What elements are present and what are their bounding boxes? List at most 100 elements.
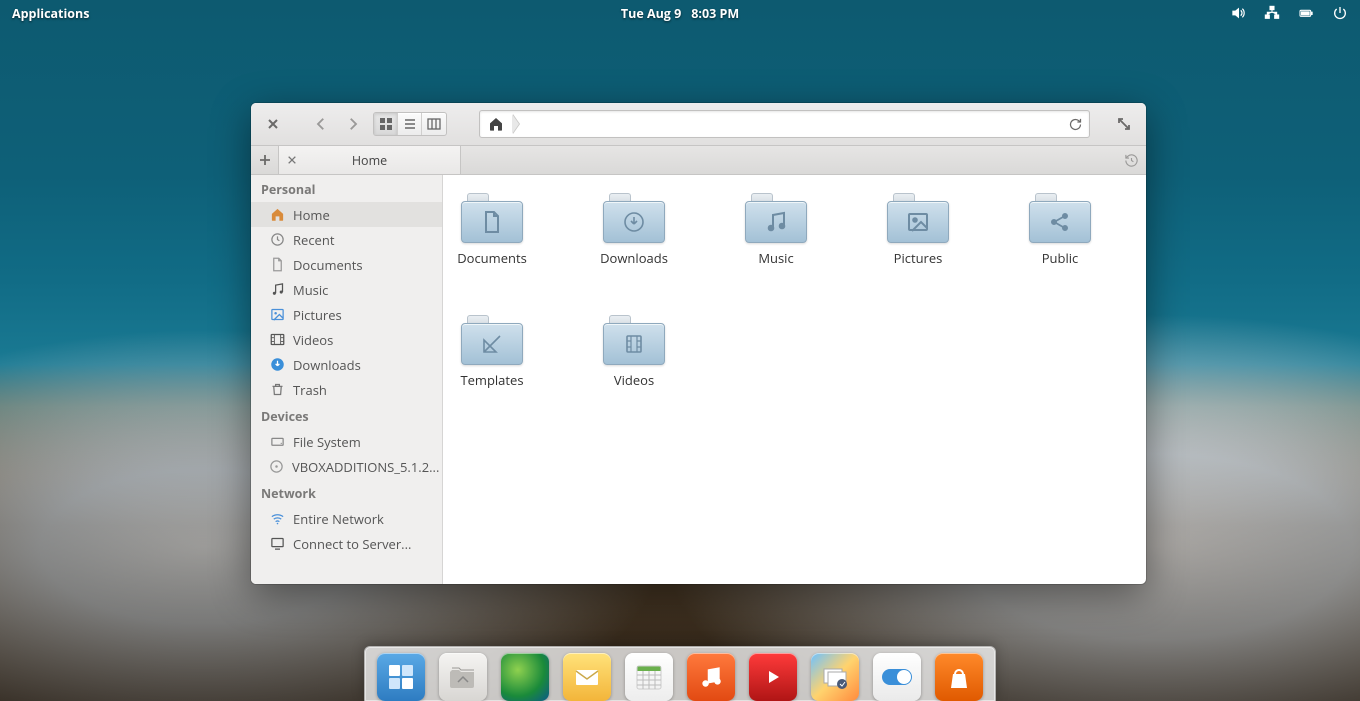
dock-files[interactable] xyxy=(439,653,487,701)
applications-menu[interactable]: Applications xyxy=(12,5,89,22)
panel-date[interactable]: Tue Aug 9 xyxy=(621,5,681,22)
tab-history-button[interactable] xyxy=(1116,146,1146,174)
folder-templates[interactable]: Templates xyxy=(457,315,527,389)
clock-icon xyxy=(269,232,285,248)
view-list-button[interactable] xyxy=(398,113,422,135)
tab-home[interactable]: Home xyxy=(279,146,461,174)
dock-settings[interactable] xyxy=(873,653,921,701)
wifi-icon xyxy=(269,511,285,527)
folder-view[interactable]: Documents Downloads Music Pictures Public Tem… xyxy=(443,175,1146,584)
image-icon xyxy=(269,307,285,323)
forward-button[interactable] xyxy=(341,112,365,136)
folder-label: Music xyxy=(758,249,793,267)
sidebar-item-recent[interactable]: Recent xyxy=(251,227,442,252)
sidebar-item-entire-network[interactable]: Entire Network xyxy=(251,506,442,531)
sidebar-item-pictures[interactable]: Pictures xyxy=(251,302,442,327)
dock-calendar[interactable] xyxy=(625,653,673,701)
folder-videos[interactable]: Videos xyxy=(599,315,669,389)
folder-icon xyxy=(887,193,949,243)
sidebar-item-videos[interactable]: Videos xyxy=(251,327,442,352)
folder-icon xyxy=(603,315,665,365)
sidebar-item-label: Downloads xyxy=(293,356,361,374)
screen-icon xyxy=(269,536,285,552)
close-icon[interactable] xyxy=(261,112,285,136)
trash-icon xyxy=(269,382,285,398)
maximize-button[interactable] xyxy=(1112,112,1136,136)
sidebar-item-trash[interactable]: Trash xyxy=(251,377,442,402)
sidebar-item-home[interactable]: Home xyxy=(251,202,442,227)
video-icon xyxy=(269,332,285,348)
folder-label: Pictures xyxy=(894,249,943,267)
folder-icon xyxy=(603,193,665,243)
dock-multitask[interactable] xyxy=(377,653,425,701)
music-icon xyxy=(698,664,724,690)
folder-documents[interactable]: Documents xyxy=(457,193,527,267)
dock-browser[interactable] xyxy=(501,653,549,701)
path-home-segment[interactable] xyxy=(480,111,512,137)
view-icons-button[interactable] xyxy=(374,113,398,135)
sidebar-item-label: Recent xyxy=(293,231,334,249)
sidebar-heading-devices: Devices xyxy=(251,402,442,429)
desktop: Applications Tue Aug 9 8:03 PM xyxy=(0,0,1360,701)
sidebar-heading-network: Network xyxy=(251,479,442,506)
folder-label: Templates xyxy=(460,371,523,389)
top-panel: Applications Tue Aug 9 8:03 PM xyxy=(0,0,1360,26)
sidebar: Personal Home Recent Documents Music Picture… xyxy=(251,175,443,584)
folder-pictures[interactable]: Pictures xyxy=(883,193,953,267)
panel-time[interactable]: 8:03 PM xyxy=(691,5,739,22)
battery-icon[interactable] xyxy=(1298,5,1314,21)
sidebar-item-label: Music xyxy=(293,281,328,299)
music-icon xyxy=(269,282,285,298)
dock-mail[interactable] xyxy=(563,653,611,701)
dock-music[interactable] xyxy=(687,653,735,701)
reload-button[interactable] xyxy=(1061,117,1089,132)
sidebar-item-documents[interactable]: Documents xyxy=(251,252,442,277)
mail-icon xyxy=(572,662,602,692)
sidebar-item-label: Trash xyxy=(293,381,327,399)
folder-label: Videos xyxy=(614,371,654,389)
back-button[interactable] xyxy=(309,112,333,136)
tab-close-icon[interactable] xyxy=(287,155,305,165)
tab-bar: Home xyxy=(251,146,1146,175)
path-bar[interactable] xyxy=(479,110,1090,138)
sidebar-item-label: File System xyxy=(293,433,361,451)
sidebar-item-vboxadditions-[interactable]: VBOXADDITIONS_5.1.2... xyxy=(251,454,442,479)
file-manager-window: Home Personal Home Recent Documents Music Pi… xyxy=(251,103,1146,584)
folder-icon xyxy=(461,315,523,365)
appcenter-icon xyxy=(944,662,974,692)
multitask-icon xyxy=(386,662,416,692)
download-icon xyxy=(269,357,285,373)
sidebar-item-connect-to-server-[interactable]: Connect to Server... xyxy=(251,531,442,556)
sidebar-item-label: Videos xyxy=(293,331,333,349)
tab-label: Home xyxy=(305,152,434,169)
folder-downloads[interactable]: Downloads xyxy=(599,193,669,267)
dock-photos[interactable] xyxy=(811,653,859,701)
sidebar-item-label: Connect to Server... xyxy=(293,535,411,553)
view-mode-group xyxy=(373,112,447,136)
dock-videos[interactable] xyxy=(749,653,797,701)
power-icon[interactable] xyxy=(1332,5,1348,21)
sidebar-item-label: Entire Network xyxy=(293,510,384,528)
sidebar-item-label: VBOXADDITIONS_5.1.2... xyxy=(292,458,439,476)
folder-icon xyxy=(461,193,523,243)
folder-icon xyxy=(745,193,807,243)
dock xyxy=(364,646,996,701)
videos-icon xyxy=(761,665,785,689)
sidebar-item-music[interactable]: Music xyxy=(251,277,442,302)
network-icon[interactable] xyxy=(1264,5,1280,21)
sidebar-heading-personal: Personal xyxy=(251,175,442,202)
folder-public[interactable]: Public xyxy=(1025,193,1095,267)
calendar-icon xyxy=(632,660,666,694)
titlebar[interactable] xyxy=(251,103,1146,146)
sidebar-item-label: Documents xyxy=(293,256,363,274)
new-tab-button[interactable] xyxy=(251,146,279,174)
view-columns-button[interactable] xyxy=(422,113,446,135)
sidebar-item-file-system[interactable]: File System xyxy=(251,429,442,454)
volume-icon[interactable] xyxy=(1230,5,1246,21)
photos-icon xyxy=(820,662,850,692)
home-icon xyxy=(269,207,285,223)
dock-appcenter[interactable] xyxy=(935,653,983,701)
sidebar-item-label: Pictures xyxy=(293,306,342,324)
folder-music[interactable]: Music xyxy=(741,193,811,267)
sidebar-item-downloads[interactable]: Downloads xyxy=(251,352,442,377)
